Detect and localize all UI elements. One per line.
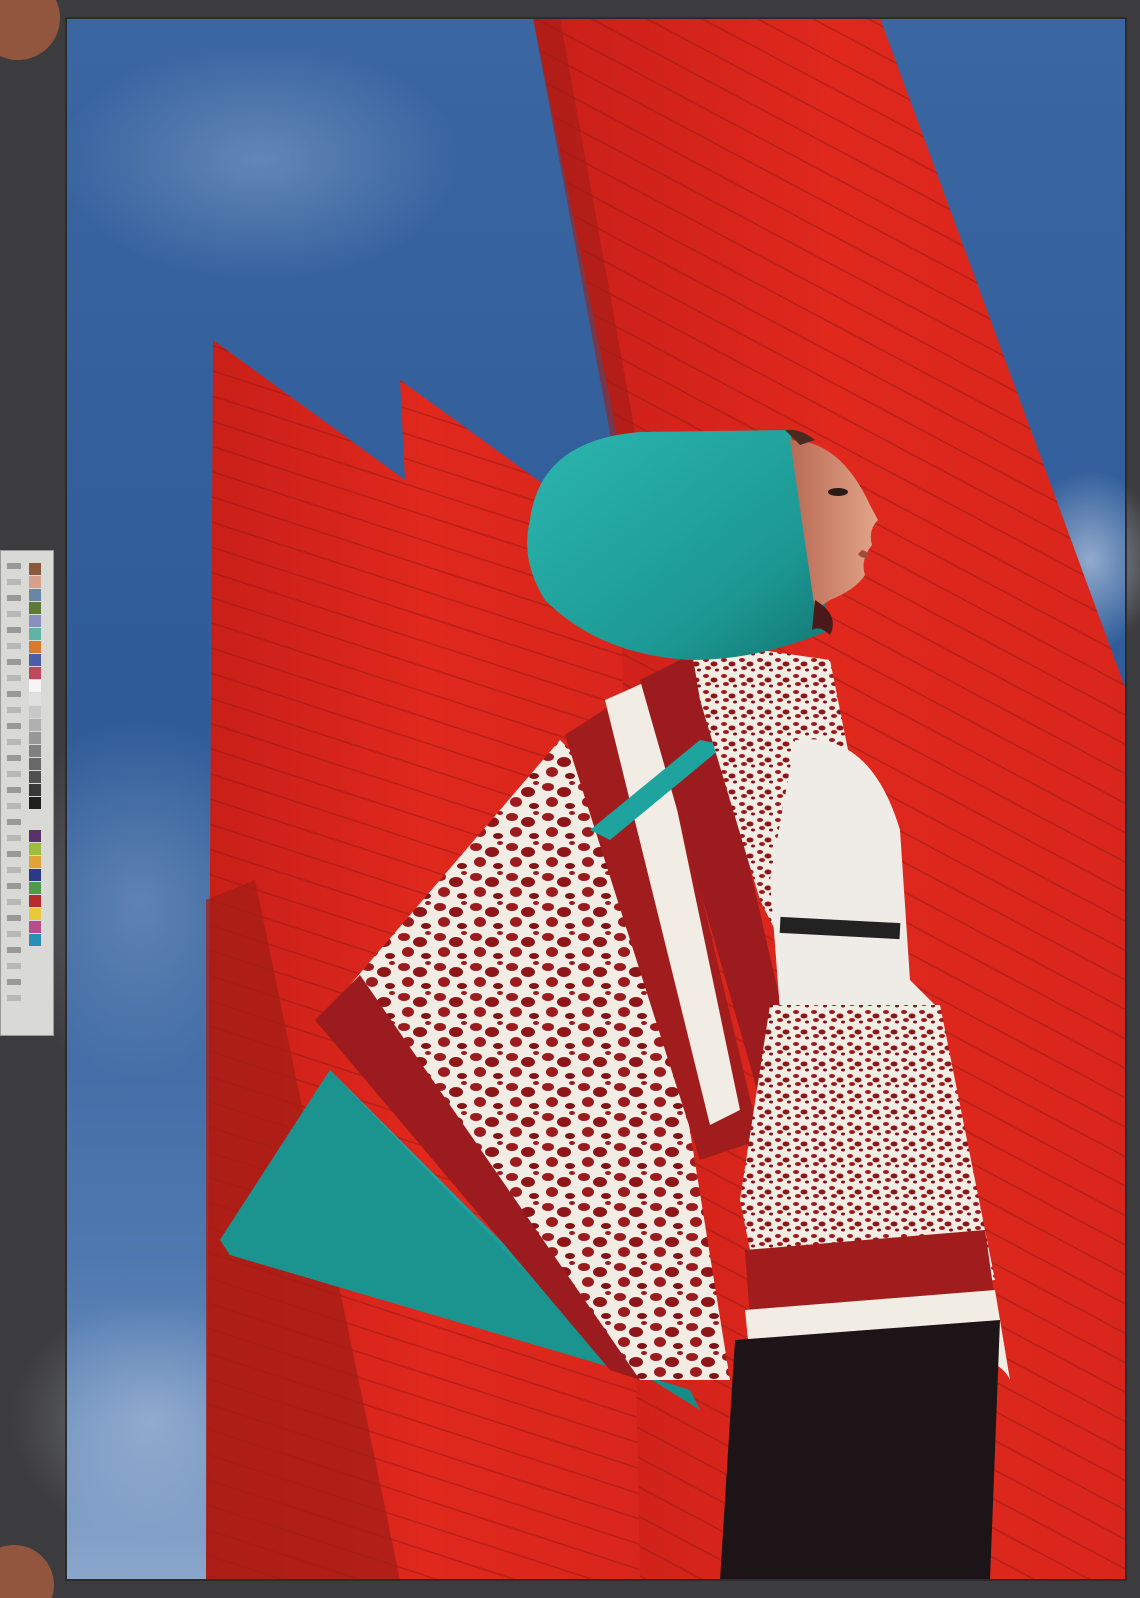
cloud: [60, 40, 460, 280]
color-patch: [29, 908, 41, 920]
scale-mark: [7, 899, 21, 905]
color-patch: [29, 830, 41, 842]
color-patch: [29, 882, 41, 894]
scale-mark: [7, 643, 21, 649]
scale-mark: [7, 867, 21, 873]
grey-patch: [29, 693, 41, 705]
scale-mark: [7, 915, 21, 921]
grey-patch: [29, 680, 41, 692]
legs: [720, 1320, 1000, 1580]
color-patch: [29, 615, 41, 627]
scale-mark: [7, 659, 21, 665]
grey-patch: [29, 784, 41, 796]
scale-mark: [7, 579, 21, 585]
scale-mark: [7, 851, 21, 857]
scale-mark: [7, 707, 21, 713]
grey-patch: [29, 706, 41, 718]
color-calibration-strip: [0, 550, 54, 1036]
grey-patch: [29, 771, 41, 783]
scale-mark: [7, 963, 21, 969]
eye: [828, 488, 848, 496]
grey-patch: [29, 719, 41, 731]
color-patch: [29, 654, 41, 666]
color-patch: [29, 641, 41, 653]
scale-mark: [7, 739, 21, 745]
color-patch: [29, 628, 41, 640]
color-patch: [29, 563, 41, 575]
scale-mark: [7, 723, 21, 729]
color-patch: [29, 934, 41, 946]
photograph: [0, 0, 1140, 1598]
scale-mark: [7, 979, 21, 985]
scale-mark: [7, 595, 21, 601]
color-patch: [29, 843, 41, 855]
color-patch: [29, 667, 41, 679]
scale-mark: [7, 995, 21, 1001]
color-patch: [29, 921, 41, 933]
color-patch: [29, 576, 41, 588]
color-patch: [29, 602, 41, 614]
photo-print: [0, 18, 1140, 1580]
color-patch: [29, 589, 41, 601]
scale-mark: [7, 947, 21, 953]
scale-mark: [7, 803, 21, 809]
scale-mark: [7, 755, 21, 761]
grey-patch: [29, 745, 41, 757]
color-patch: [29, 856, 41, 868]
grey-patch: [29, 732, 41, 744]
scale-mark: [7, 787, 21, 793]
scale-mark: [7, 627, 21, 633]
scale-mark: [7, 675, 21, 681]
scale-mark: [7, 611, 21, 617]
scale-mark: [7, 563, 21, 569]
grey-patch: [29, 797, 41, 809]
color-patch: [29, 895, 41, 907]
scale-mark: [7, 819, 21, 825]
grey-patch: [29, 758, 41, 770]
scale-mark: [7, 883, 21, 889]
scale-mark: [7, 771, 21, 777]
color-patch: [29, 869, 41, 881]
scale-mark: [7, 931, 21, 937]
scale-mark: [7, 835, 21, 841]
scale-mark: [7, 691, 21, 697]
